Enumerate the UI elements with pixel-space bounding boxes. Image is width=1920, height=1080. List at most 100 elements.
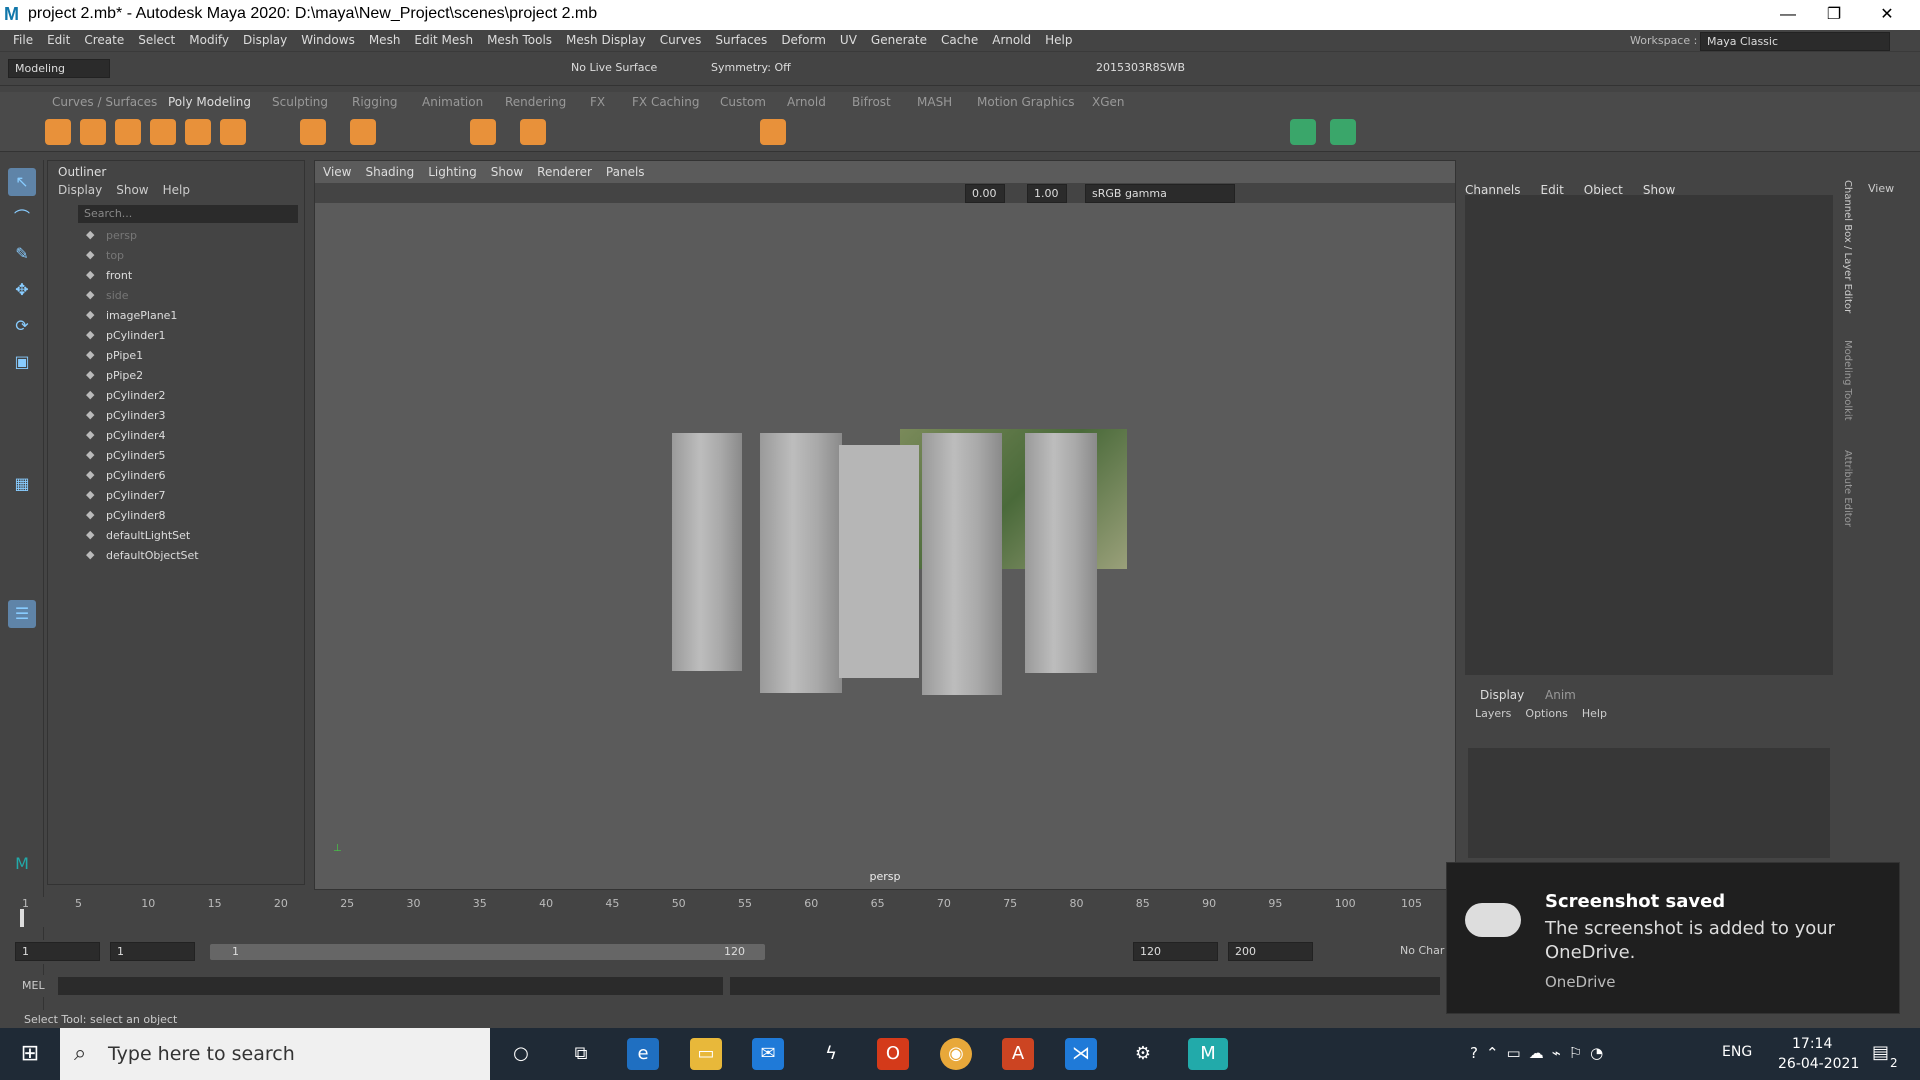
exposure-field[interactable]: 0.00 <box>965 184 1005 203</box>
taskbar-search[interactable]: ⌕ Type here to search <box>60 1028 490 1080</box>
layer-menu-item[interactable]: Help <box>1582 707 1607 720</box>
shelf-tab[interactable]: Poly Modeling <box>168 95 251 109</box>
outliner-item[interactable]: ◆ pCylinder8 <box>86 505 166 525</box>
side-tab-channel-box[interactable]: Channel Box / Layer Editor <box>1842 180 1853 313</box>
shelf-tab[interactable]: Custom <box>720 95 766 109</box>
clock-date[interactable]: 26-04-2021 <box>1778 1056 1859 1072</box>
maximize-button[interactable]: ❐ <box>1811 0 1857 30</box>
poly-cylinder-icon[interactable] <box>115 119 141 145</box>
shelf-tab[interactable]: Motion Graphics <box>977 95 1075 109</box>
gamma-field[interactable]: 1.00 <box>1027 184 1067 203</box>
menu-select[interactable]: Select <box>131 33 182 47</box>
paint-select-icon[interactable]: ✎ <box>8 240 36 268</box>
menu-generate[interactable]: Generate <box>864 33 934 47</box>
symmetry-select[interactable]: Symmetry: Off <box>705 59 805 76</box>
notification-toast[interactable]: Screenshot saved The screenshot is added… <box>1446 862 1900 1014</box>
side-tab-attribute-editor[interactable]: Attribute Editor <box>1842 450 1853 527</box>
viewport-menu-item[interactable]: Show <box>491 165 523 179</box>
combine-icon[interactable] <box>470 119 496 145</box>
poly-torus-icon[interactable] <box>185 119 211 145</box>
viewport-menu-item[interactable]: Shading <box>365 165 414 179</box>
menu-windows[interactable]: Windows <box>294 33 362 47</box>
file-explorer-icon[interactable]: ▭ <box>690 1038 722 1070</box>
app-icon[interactable]: ϟ <box>815 1038 847 1070</box>
office-icon[interactable]: O <box>877 1038 909 1070</box>
menu-file[interactable]: File <box>6 33 40 47</box>
poly-cube-icon[interactable] <box>80 119 106 145</box>
tab-anim[interactable]: Anim <box>1545 688 1576 702</box>
outliner-item[interactable]: ◆ defaultObjectSet <box>86 545 199 565</box>
svg-icon[interactable] <box>350 119 376 145</box>
menu-deform[interactable]: Deform <box>774 33 833 47</box>
side-tab-modeling-toolkit[interactable]: Modeling Toolkit <box>1842 340 1853 421</box>
current-time-marker[interactable] <box>20 909 24 927</box>
uv-unfold-icon[interactable] <box>1330 119 1356 145</box>
character-set[interactable]: No Char <box>1400 944 1444 957</box>
windows-start-icon[interactable]: ⊞ <box>14 1038 46 1070</box>
shelf-tab[interactable]: Bifrost <box>852 95 891 109</box>
settings-icon[interactable]: ⚙ <box>1127 1038 1159 1070</box>
outliner-item[interactable]: ◆ pCylinder1 <box>86 325 166 345</box>
menu-create[interactable]: Create <box>77 33 131 47</box>
cortana-icon[interactable]: ○ <box>505 1038 537 1070</box>
command-input[interactable] <box>58 977 723 995</box>
pcylinder-mesh[interactable] <box>922 433 1002 695</box>
shelf-tab[interactable]: Rigging <box>352 95 397 109</box>
vscode-icon[interactable]: ⋊ <box>1065 1038 1097 1070</box>
menu-display[interactable]: Display <box>236 33 294 47</box>
menu-arnold[interactable]: Arnold <box>985 33 1038 47</box>
menu-mesh-tools[interactable]: Mesh Tools <box>480 33 559 47</box>
mail-icon[interactable]: ✉ <box>752 1038 784 1070</box>
layer-menu-item[interactable]: Options <box>1525 707 1567 720</box>
shelf-tab[interactable]: Arnold <box>787 95 826 109</box>
move-tool-icon[interactable]: ✥ <box>8 276 36 304</box>
viewport-panel[interactable]: View Shading Lighting Show Renderer Panels 0.… <box>314 160 1456 890</box>
uv-editor-icon[interactable] <box>1290 119 1316 145</box>
mode-select[interactable]: Modeling <box>8 59 110 78</box>
ppipe-mesh[interactable] <box>839 445 919 678</box>
shelf-tab[interactable]: XGen <box>1092 95 1125 109</box>
system-tray-icons[interactable]: ?⌃▭☁⌁⚐◔ <box>1470 1044 1611 1062</box>
extrude-icon[interactable] <box>760 119 786 145</box>
chrome-icon[interactable]: ◉ <box>940 1038 972 1070</box>
poly-type-icon[interactable] <box>300 119 326 145</box>
viewport-menu-item[interactable]: View <box>323 165 351 179</box>
minimize-button[interactable]: — <box>1765 0 1811 30</box>
outliner-layout-icon[interactable]: ☰ <box>8 600 36 628</box>
outliner-item[interactable]: ◆ pPipe1 <box>86 345 143 365</box>
menu-surfaces[interactable]: Surfaces <box>708 33 774 47</box>
menu-mesh[interactable]: Mesh <box>362 33 408 47</box>
select-tool-icon[interactable]: ↖ <box>8 168 36 196</box>
pcylinder-mesh[interactable] <box>672 433 742 671</box>
max-frame-field[interactable]: 200 <box>1228 942 1313 961</box>
color-space-select[interactable]: sRGB gamma <box>1085 184 1235 203</box>
menu-edit-mesh[interactable]: Edit Mesh <box>407 33 480 47</box>
rotate-tool-icon[interactable]: ⟳ <box>8 312 36 340</box>
tab-display[interactable]: Display <box>1480 688 1524 702</box>
shelf-tab[interactable]: Sculpting <box>272 95 328 109</box>
time-slider[interactable]: 1 5 10 15 20 25 30 35 40 45 50 55 60 65 70 75 80 85 90 95 10… <box>0 897 1445 927</box>
outliner-menu-item[interactable]: Help <box>163 183 190 197</box>
menu-uv[interactable]: UV <box>833 33 864 47</box>
outliner-item[interactable]: ◆ pCylinder6 <box>86 465 166 485</box>
live-surface-field[interactable]: No Live Surface <box>565 59 665 76</box>
shelf-tab[interactable]: Curves / Surfaces <box>52 95 157 109</box>
layout-icon[interactable]: ▦ <box>8 470 36 498</box>
pcylinder-mesh[interactable] <box>760 433 842 693</box>
shelf-tab[interactable]: Rendering <box>505 95 566 109</box>
separate-icon[interactable] <box>520 119 546 145</box>
scale-tool-icon[interactable]: ▣ <box>8 348 36 376</box>
viewport-menu-item[interactable]: Lighting <box>428 165 477 179</box>
shelf-tab[interactable]: FX Caching <box>632 95 699 109</box>
menu-help[interactable]: Help <box>1038 33 1079 47</box>
outliner-item[interactable]: ◆ side <box>86 285 129 305</box>
outliner-menu-item[interactable]: Display <box>58 183 102 197</box>
outliner-menu-item[interactable]: Show <box>116 183 148 197</box>
current-frame-field[interactable]: 1 <box>110 942 195 961</box>
maya-taskbar-icon[interactable]: M <box>1188 1038 1228 1070</box>
outliner-item[interactable]: ◆ imagePlane1 <box>86 305 177 325</box>
poly-plane-icon[interactable] <box>220 119 246 145</box>
action-center-icon[interactable]: ▤ <box>1872 1042 1889 1063</box>
outliner-item[interactable]: ◆ pCylinder2 <box>86 385 166 405</box>
menu-curves[interactable]: Curves <box>653 33 709 47</box>
